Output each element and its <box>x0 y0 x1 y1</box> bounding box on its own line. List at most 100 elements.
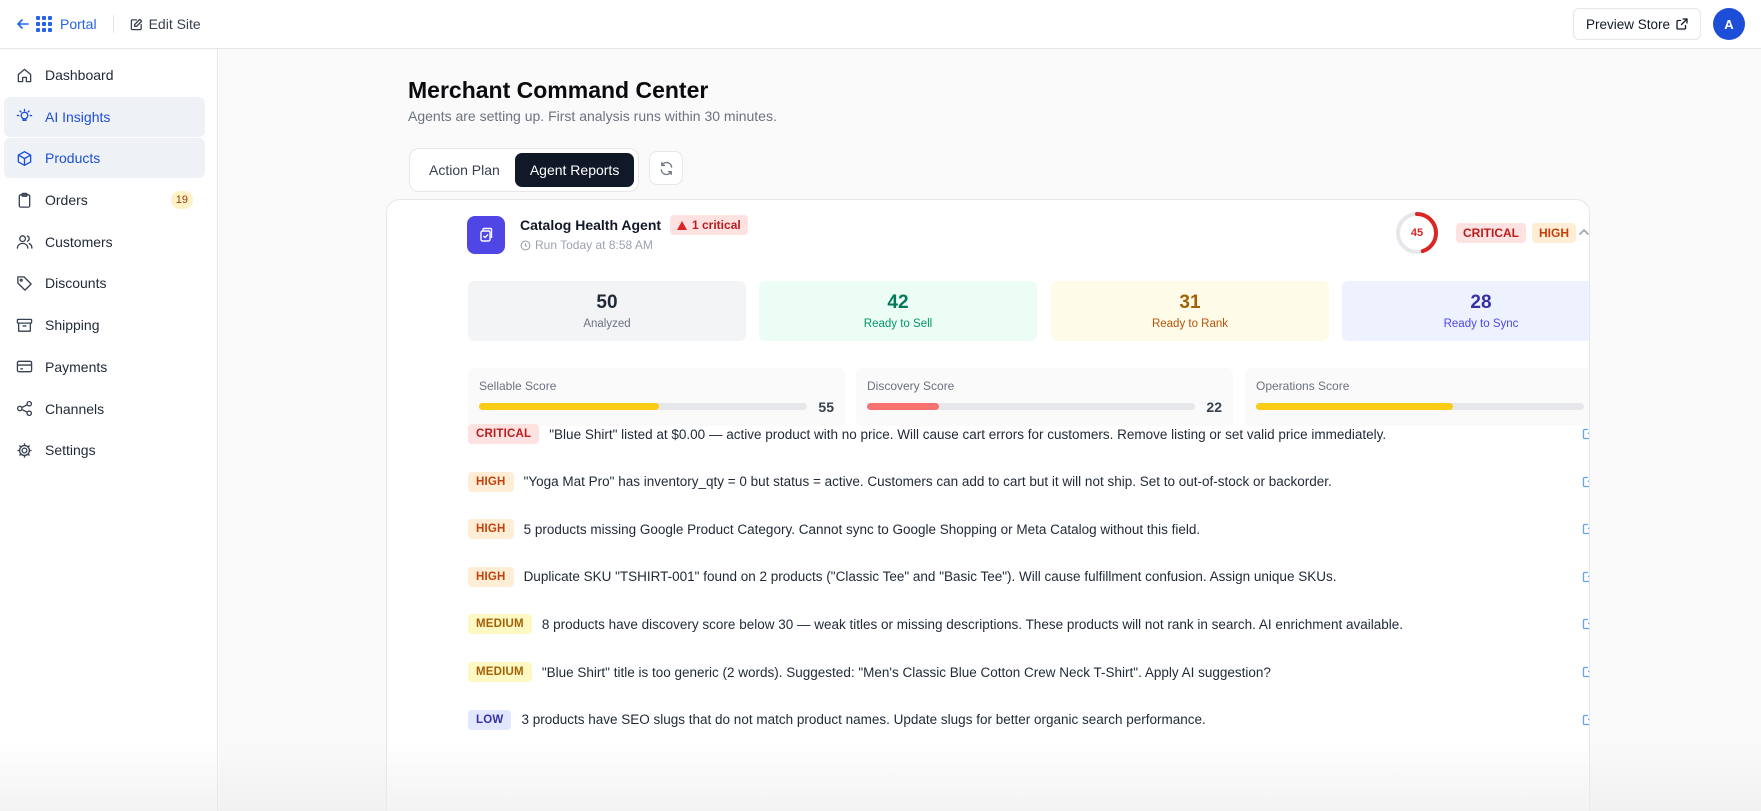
open-issue-icon[interactable] <box>1582 426 1589 445</box>
issue-text: "Blue Shirt" listed at $0.00 — active pr… <box>549 426 1387 442</box>
preview-store-label: Preview Store <box>1585 16 1670 32</box>
stat-ready-to-rank: 31 Ready to Rank <box>1051 281 1329 341</box>
issue-severity-tag: MEDIUM <box>468 614 532 635</box>
open-issue-icon[interactable] <box>1582 664 1589 683</box>
score-name: Operations Score <box>1256 379 1350 393</box>
issue-row: MEDIUM 8 products have discovery score be… <box>468 613 1403 635</box>
warning-icon <box>677 220 687 230</box>
edit-site-button[interactable]: Edit Site <box>130 16 201 32</box>
box-icon <box>17 150 32 166</box>
sidebar-item-customers[interactable]: Customers <box>4 222 205 262</box>
chevron-up-icon[interactable] <box>1577 225 1589 244</box>
edit-site-label: Edit Site <box>148 16 201 32</box>
sidebar-item-orders[interactable]: Orders 19 <box>4 180 205 220</box>
issue-row: HIGH Duplicate SKU "TSHIRT-001" found on … <box>468 566 1336 588</box>
sidebar-item-label: Channels <box>45 400 105 417</box>
tab-bar: Action Plan Agent Reports <box>409 148 640 192</box>
stat-value: 50 <box>596 292 618 313</box>
open-issue-icon[interactable] <box>1582 474 1589 493</box>
sidebar-item-label: Shipping <box>45 317 100 334</box>
sidebar-item-channels[interactable]: Channels <box>4 389 205 429</box>
sidebar-item-shipping[interactable]: Shipping <box>4 305 205 345</box>
issue-row: HIGH "Yoga Mat Pro" has inventory_qty = 0… <box>468 471 1332 493</box>
sidebar-item-discounts[interactable]: Discounts <box>4 263 205 303</box>
open-issue-icon[interactable] <box>1582 569 1589 588</box>
sidebar-item-label: Orders <box>45 192 88 209</box>
sidebar-item-label: AI Insights <box>45 108 111 125</box>
stat-label: Ready to Sync <box>1443 318 1519 330</box>
sidebar: Dashboard AI Insights Products Orders 19… <box>0 49 218 811</box>
portal-link[interactable]: Portal <box>60 16 97 32</box>
stat-ready-to-sell: 42 Ready to Sell <box>759 281 1037 341</box>
page-subtitle: Agents are setting up. First analysis ru… <box>408 108 777 124</box>
sidebar-item-dashboard[interactable]: Dashboard <box>4 55 205 95</box>
sidebar-item-label: Settings <box>45 442 96 459</box>
tab-agent-reports[interactable]: Agent Reports <box>514 153 635 187</box>
stat-value: 28 <box>1470 292 1492 313</box>
tab-action-plan[interactable]: Action Plan <box>414 153 515 187</box>
issue-severity-tag: CRITICAL <box>468 424 540 444</box>
score-fill <box>479 403 660 410</box>
issue-severity-tag: HIGH <box>468 471 514 492</box>
main-content: Merchant Command Center Agents are setti… <box>219 49 1761 811</box>
edit-icon <box>130 18 142 30</box>
stat-value: 42 <box>887 292 909 313</box>
stat-label: Analyzed <box>583 318 631 330</box>
sidebar-item-ai-insights[interactable]: AI Insights <box>4 96 205 137</box>
score-track <box>867 403 1195 410</box>
sidebar-item-products[interactable]: Products <box>4 138 205 179</box>
avatar[interactable]: A <box>1713 8 1745 40</box>
sidebar-item-label: Customers <box>45 233 113 250</box>
users-icon <box>16 235 33 250</box>
open-issue-icon[interactable] <box>1582 712 1589 731</box>
severity-tag-critical: CRITICAL <box>1456 223 1526 243</box>
sidebar-item-label: Discounts <box>45 275 107 292</box>
issue-row: LOW 3 products have SEO slugs that do not… <box>468 709 1206 731</box>
open-issue-icon[interactable] <box>1582 521 1589 540</box>
issue-row: HIGH 5 products missing Google Product Ca… <box>468 518 1200 540</box>
open-issue-icon[interactable] <box>1582 616 1589 635</box>
home-icon <box>17 68 32 82</box>
score-value: 22 <box>1206 399 1222 415</box>
issue-text: 8 products have discovery score below 30… <box>541 616 1404 632</box>
score-track <box>479 403 807 410</box>
score-fill <box>867 403 940 410</box>
run-time: Run Today at 8:58 AM <box>520 238 653 252</box>
score-name: Discovery Score <box>867 379 955 393</box>
external-link-icon <box>1676 18 1688 30</box>
critical-count-label: 1 critical <box>692 218 741 232</box>
issue-text: "Yoga Mat Pro" has inventory_qty = 0 but… <box>523 474 1332 490</box>
clipboard-icon <box>18 192 31 208</box>
critical-count-badge: 1 critical <box>670 215 748 235</box>
issue-text: "Blue Shirt" title is too generic (2 wor… <box>541 664 1271 680</box>
issue-severity-tag: LOW <box>468 709 512 730</box>
health-score-value: 45 <box>1410 227 1424 239</box>
apps-grid-icon[interactable] <box>36 16 52 32</box>
issue-severity-tag: HIGH <box>468 566 514 587</box>
share-icon <box>16 400 33 417</box>
preview-store-button[interactable]: Preview Store <box>1572 8 1701 40</box>
sellable-score: Sellable Score 55 <box>468 368 845 426</box>
sidebar-item-label: Payments <box>45 358 108 375</box>
issue-severity-tag: HIGH <box>468 519 514 540</box>
stat-label: Ready to Rank <box>1151 318 1229 330</box>
issue-row: MEDIUM "Blue Shirt" title is too generic … <box>468 661 1271 683</box>
gear-icon <box>17 443 32 458</box>
sidebar-item-settings[interactable]: Settings <box>4 430 205 470</box>
agent-report-card: Catalog Health Agent 1 critical Run Toda… <box>386 199 1590 811</box>
score-fill <box>1256 403 1453 410</box>
top-bar: Portal Edit Site Preview Store A <box>0 0 1761 49</box>
refresh-button[interactable] <box>649 151 683 185</box>
operations-score: Operations Score 60 <box>1245 368 1589 426</box>
agent-name: Catalog Health Agent <box>520 217 662 233</box>
score-name: Sellable Score <box>479 379 557 393</box>
back-arrow-icon[interactable] <box>16 17 30 31</box>
stat-label: Ready to Sell <box>863 318 933 330</box>
archive-icon <box>16 318 33 332</box>
lightbulb-icon <box>16 108 33 122</box>
tag-icon <box>17 276 32 291</box>
stat-analyzed: 50 Analyzed <box>468 281 746 341</box>
sidebar-item-label: Dashboard <box>45 67 114 83</box>
credit-card-icon <box>16 360 33 373</box>
sidebar-item-payments[interactable]: Payments <box>4 347 205 387</box>
